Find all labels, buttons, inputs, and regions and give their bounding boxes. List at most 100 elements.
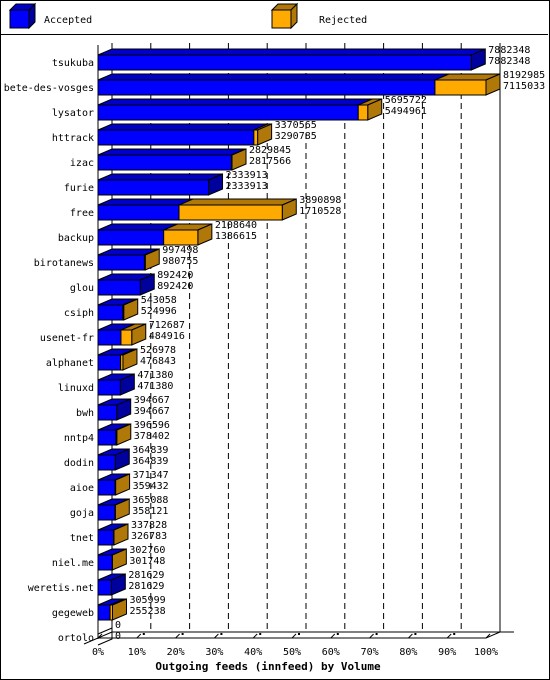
value-label-total: 2829845	[249, 145, 291, 156]
bar-group	[97, 598, 127, 621]
bar-rejected	[114, 479, 117, 496]
bar-accepted	[97, 204, 180, 221]
value-label-accepted: 364839	[132, 456, 168, 467]
bar-group	[97, 373, 135, 396]
x-tick-label: 40%	[244, 647, 262, 658]
value-label-total: 281629	[128, 570, 164, 581]
bar-accepted	[97, 579, 112, 596]
x-tick	[291, 633, 297, 639]
value-label-total: 305999	[129, 595, 165, 606]
bar-rejected	[163, 229, 199, 246]
bar-top-accepted	[97, 173, 223, 181]
bar-group	[97, 523, 129, 546]
category-label: aioe	[70, 483, 94, 494]
value-label-total: 892420	[157, 270, 193, 281]
x-tick-marker	[453, 633, 456, 635]
x-tick-label: 20%	[167, 647, 185, 658]
category-label: birotanews	[34, 258, 94, 269]
x-tick-marker	[181, 633, 184, 635]
bar-accepted	[97, 454, 116, 471]
category-label: bwh	[76, 408, 94, 419]
bar-accepted	[97, 504, 116, 521]
value-label-total: 302760	[129, 545, 165, 556]
x-tick	[369, 633, 374, 639]
category-label: ortolo	[58, 633, 94, 644]
value-label-accepted: 3290785	[275, 131, 317, 142]
cube-front	[9, 9, 30, 29]
category-label: backup	[58, 233, 94, 244]
value-label-total: 2333913	[226, 170, 268, 181]
legend-label-accepted: Accepted	[44, 15, 92, 26]
value-label-accepted: 358121	[132, 506, 168, 517]
x-tick	[408, 633, 413, 639]
x-tick-marker	[220, 633, 223, 635]
bar-accepted	[97, 604, 111, 621]
bar-accepted	[97, 329, 122, 346]
x-tick	[446, 633, 452, 639]
bar-rejected	[357, 104, 369, 121]
bar-rejected	[230, 154, 233, 171]
bar-group	[97, 348, 138, 371]
category-label: lysator	[52, 108, 94, 119]
bar-group	[97, 298, 139, 321]
value-label-total: 8192985	[503, 70, 545, 81]
value-label-accepted: 892420	[157, 281, 193, 292]
value-label-accepted: 484916	[149, 331, 185, 342]
category-label: furie	[64, 183, 94, 194]
bar-rejected	[115, 429, 118, 446]
bar-top-rejected	[178, 198, 297, 206]
bar-accepted	[97, 479, 116, 496]
category-labels: tsukuba bete-des-vosges lysator httrack izac…	[4, 58, 94, 644]
bar-group	[97, 223, 213, 246]
value-label-total: 5695722	[385, 95, 427, 106]
value-label-accepted: 394667	[134, 406, 170, 417]
value-label-total: 2108640	[215, 220, 257, 231]
bar-group	[97, 498, 130, 521]
bar-group	[97, 248, 160, 271]
value-label-accepted: 0	[115, 631, 121, 642]
category-label: dodin	[64, 458, 94, 469]
bar-group	[97, 123, 273, 146]
value-label-total: 7882348	[488, 45, 530, 56]
x-tick	[214, 633, 219, 639]
bar-accepted	[97, 229, 165, 246]
value-label-accepted: 7882348	[488, 56, 530, 67]
bar-group	[97, 173, 224, 196]
floor-right-edge	[485, 631, 501, 639]
bar-top-accepted	[97, 198, 194, 206]
value-label-total: 364839	[132, 445, 168, 456]
value-label-accepted: 301748	[129, 556, 165, 567]
x-tick-labels: 0% 10% 20% 30% 40% 50% 60% 70% 80% 90% 100%	[92, 647, 498, 658]
x-tick	[252, 633, 258, 639]
category-label: linuxd	[58, 383, 94, 394]
value-label-accepted: 326783	[131, 531, 167, 542]
value-label-accepted: 980755	[162, 256, 198, 267]
value-label-total: 997498	[162, 245, 198, 256]
category-label: glou	[70, 283, 94, 294]
category-label: free	[70, 208, 94, 219]
category-label: tsukuba	[52, 58, 94, 69]
bar-group	[97, 148, 247, 171]
bar-group	[97, 398, 132, 421]
bar-rejected	[122, 304, 125, 321]
bar-rejected	[112, 529, 115, 546]
category-label: usenet-fr	[40, 333, 94, 344]
legend-swatch-accepted	[8, 2, 37, 30]
bar-group	[97, 48, 486, 71]
value-label-total: 3890898	[299, 195, 341, 206]
category-label: tnet	[70, 533, 94, 544]
value-label-accepted: 255238	[129, 606, 165, 617]
x-tick-label: 100%	[474, 647, 498, 658]
value-label-total: 543058	[141, 295, 177, 306]
value-label-total: 526978	[140, 345, 176, 356]
bar-group	[97, 273, 155, 296]
legend-item-rejected: Rejected	[270, 2, 367, 30]
bar-top-accepted	[97, 98, 373, 106]
bar-accepted	[97, 54, 472, 71]
value-label-accepted: 2333913	[226, 181, 268, 192]
bar-rejected	[253, 129, 259, 146]
bar-top-accepted	[97, 48, 486, 56]
x-tick-marker	[336, 633, 339, 635]
bar-accepted	[97, 104, 359, 121]
value-label-total: 0	[115, 620, 121, 631]
